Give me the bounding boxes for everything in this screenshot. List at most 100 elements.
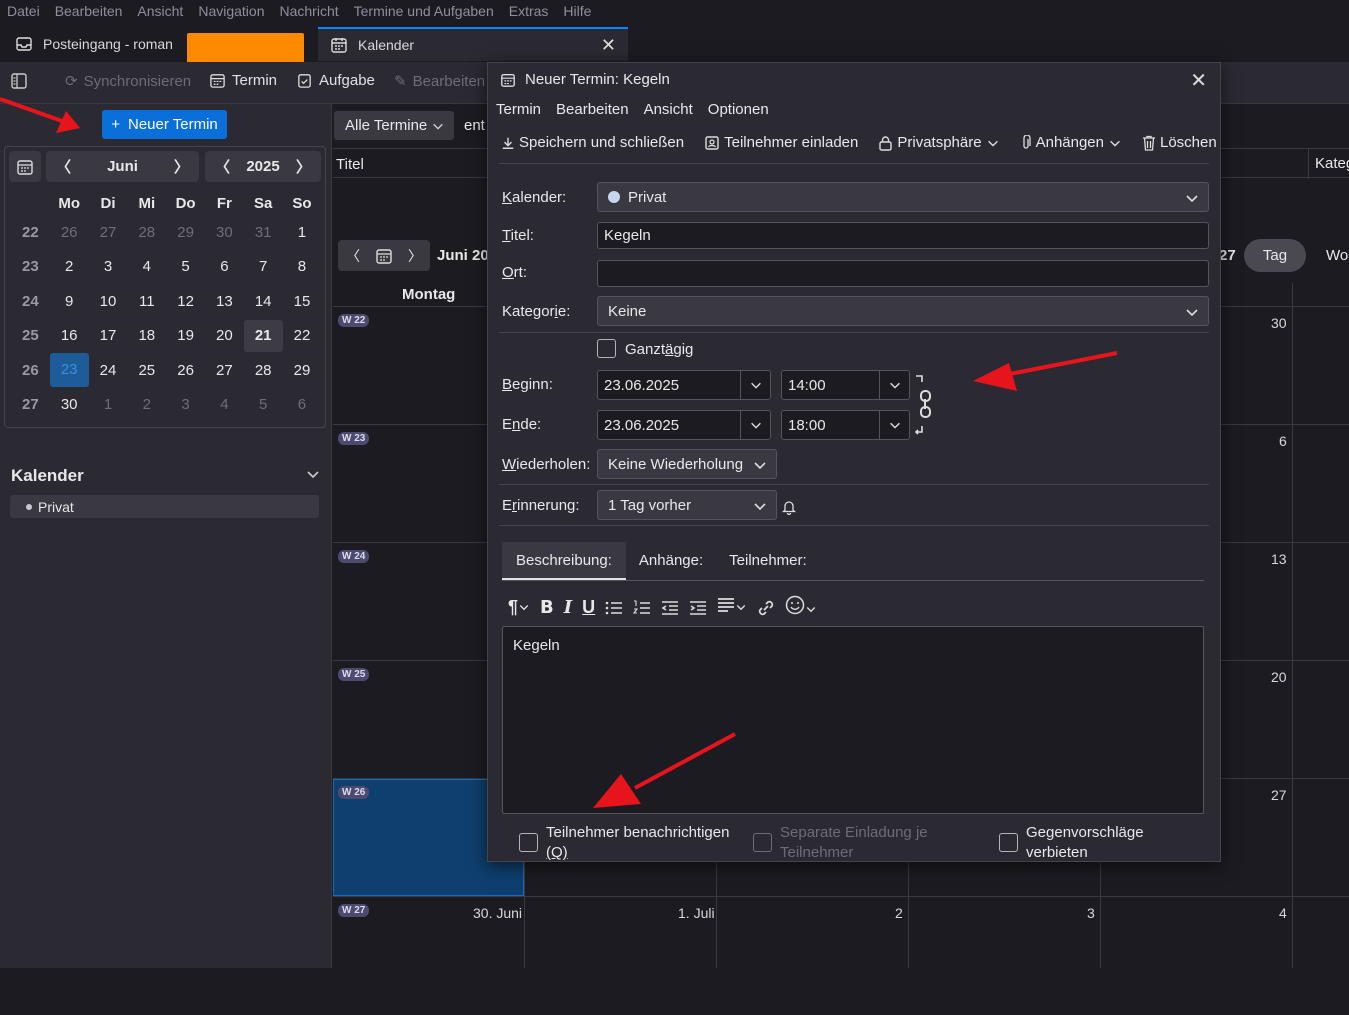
day-cell[interactable]: 29: [283, 362, 322, 379]
calendar-select[interactable]: Privat: [597, 182, 1209, 212]
day-cell[interactable]: 15: [283, 293, 322, 310]
day-cell[interactable]: 1: [283, 224, 322, 241]
align-icon[interactable]: [717, 597, 747, 618]
close-icon[interactable]: ✕: [601, 35, 616, 56]
link-icon[interactable]: [757, 599, 775, 617]
dialog-menu-bearbeiten[interactable]: Bearbeiten: [556, 101, 629, 118]
day-cell[interactable]: 3: [166, 396, 205, 413]
calendars-section-header[interactable]: Kalender: [11, 466, 321, 486]
column-category[interactable]: Kateg: [1308, 149, 1349, 179]
allday-checkbox[interactable]: [597, 339, 616, 358]
day-cell[interactable]: 27: [205, 362, 244, 379]
notify-attendees-checkbox[interactable]: [519, 833, 538, 852]
italic-icon[interactable]: I: [564, 597, 572, 618]
new-task-button[interactable]: Aufgabe: [296, 72, 375, 89]
day-cell[interactable]: 22: [283, 327, 322, 344]
day-cell[interactable]: 14: [244, 293, 283, 310]
separate-invitation-checkbox[interactable]: [753, 833, 772, 852]
menu-datei[interactable]: Datei: [7, 3, 40, 19]
week-badge[interactable]: W 25: [338, 668, 370, 681]
today-cell[interactable]: 21: [243, 319, 283, 352]
dialog-menu-ansicht[interactable]: Ansicht: [644, 101, 693, 118]
tab-inbox[interactable]: Posteingang - roman: [3, 27, 308, 64]
day-cell[interactable]: 31: [244, 224, 283, 241]
day-cell[interactable]: 5: [166, 258, 205, 275]
link-times-icon[interactable]: [914, 374, 934, 436]
day-cell[interactable]: 13: [205, 293, 244, 310]
emoji-icon[interactable]: [785, 595, 817, 620]
day-cell[interactable]: 28: [127, 224, 166, 241]
day-cell[interactable]: 4: [205, 396, 244, 413]
day-cell[interactable]: 19: [166, 327, 205, 344]
day-cell[interactable]: 25: [127, 362, 166, 379]
bold-icon[interactable]: B: [540, 597, 554, 618]
day-cell[interactable]: 11: [127, 293, 166, 310]
day-cell[interactable]: 2: [127, 396, 166, 413]
tab-calendar[interactable]: Kalender ✕: [318, 27, 628, 61]
outdent-icon[interactable]: [661, 600, 679, 616]
dialog-menu-optionen[interactable]: Optionen: [708, 101, 769, 118]
paragraph-format-icon[interactable]: ¶: [508, 597, 530, 618]
start-time-input[interactable]: 14:00: [781, 370, 910, 400]
day-cell[interactable]: 4: [127, 258, 166, 275]
attach-menu-button[interactable]: Anhängen: [1020, 134, 1122, 151]
week-badge[interactable]: W 22: [338, 314, 370, 327]
day-cell[interactable]: 30: [50, 396, 89, 413]
next-icon[interactable]: 〉: [408, 246, 422, 266]
date-picker-button[interactable]: [740, 411, 770, 439]
search-field-text[interactable]: ent: [464, 117, 485, 134]
sidebar-toggle-icon[interactable]: [10, 72, 28, 90]
day-cell[interactable]: 30: [205, 224, 244, 241]
day-cell[interactable]: 17: [89, 327, 128, 344]
day-cell[interactable]: 8: [283, 258, 322, 275]
prev-year-icon[interactable]: 〈: [215, 156, 230, 177]
edit-button[interactable]: ✎ Bearbeiten: [394, 72, 485, 91]
close-icon[interactable]: ✕: [1190, 68, 1207, 93]
sync-button[interactable]: ⟳ Synchronisieren: [65, 72, 191, 91]
day-cell[interactable]: 9: [50, 293, 89, 310]
week-badge[interactable]: W 27: [338, 904, 370, 917]
disallow-counter-checkbox[interactable]: [999, 833, 1018, 852]
selected-day-cell[interactable]: 23: [49, 353, 89, 388]
day-cell[interactable]: 26: [50, 224, 89, 241]
day-cell[interactable]: 27: [89, 224, 128, 241]
day-cell[interactable]: 29: [166, 224, 205, 241]
next-year-icon[interactable]: 〉: [296, 156, 311, 177]
day-cell[interactable]: 16: [50, 327, 89, 344]
day-cell[interactable]: 18: [127, 327, 166, 344]
tab-description[interactable]: Beschreibung:: [502, 541, 626, 580]
column-title[interactable]: Titel: [336, 156, 364, 173]
description-editor[interactable]: Kegeln: [502, 626, 1204, 814]
tab-attachments[interactable]: Anhänge:: [626, 552, 716, 569]
new-event-button[interactable]: + Neuer Termin: [102, 110, 227, 139]
day-cell[interactable]: 10: [89, 293, 128, 310]
menu-navigation[interactable]: Navigation: [198, 3, 264, 19]
week-badge[interactable]: W 24: [338, 550, 370, 563]
menu-bearbeiten[interactable]: Bearbeiten: [55, 3, 123, 19]
end-date-input[interactable]: 23.06.2025: [597, 410, 771, 440]
title-input[interactable]: Kegeln: [597, 222, 1209, 249]
week-badge[interactable]: W 26: [338, 786, 370, 799]
numbered-list-icon[interactable]: [633, 599, 651, 616]
day-cell[interactable]: 26: [166, 362, 205, 379]
prev-icon[interactable]: 〈: [346, 246, 360, 266]
menu-termine[interactable]: Termine und Aufgaben: [354, 3, 494, 19]
calendar-today-icon[interactable]: [375, 247, 393, 265]
day-cell[interactable]: 20: [205, 327, 244, 344]
indent-icon[interactable]: [689, 600, 707, 616]
save-close-button[interactable]: Speichern und schließen: [501, 134, 684, 151]
time-picker-button[interactable]: [879, 371, 909, 399]
new-event-toolbar-button[interactable]: Termin: [209, 72, 277, 89]
end-time-input[interactable]: 18:00: [781, 410, 910, 440]
category-select[interactable]: Keine: [597, 296, 1209, 326]
tab-attendees[interactable]: Teilnehmer:: [716, 552, 820, 569]
privacy-menu-button[interactable]: Privatsphäre: [878, 134, 999, 151]
delete-button[interactable]: Löschen: [1142, 134, 1217, 151]
underline-icon[interactable]: U: [582, 597, 595, 618]
menu-ansicht[interactable]: Ansicht: [137, 3, 183, 19]
day-cell[interactable]: 2: [50, 258, 89, 275]
menu-nachricht[interactable]: Nachricht: [279, 3, 338, 19]
menu-hilfe[interactable]: Hilfe: [563, 3, 591, 19]
day-cell[interactable]: 24: [89, 362, 128, 379]
next-month-icon[interactable]: 〉: [174, 156, 189, 177]
